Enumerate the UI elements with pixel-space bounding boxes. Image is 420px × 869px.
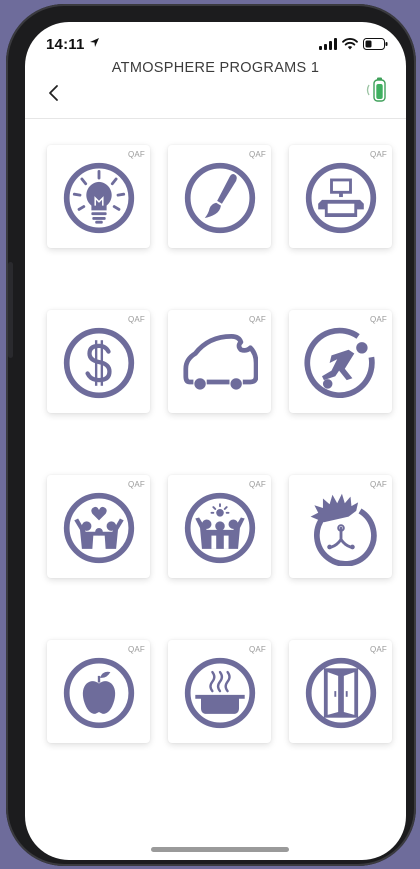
qaf-badge: QAF xyxy=(248,150,266,159)
phone-frame: 14:11 ATMOSPHERE PROGRAMS 1 QAF QAF QAF … xyxy=(6,4,416,866)
qaf-badge: QAF xyxy=(369,645,387,654)
family-heart-icon xyxy=(63,492,135,564)
back-chevron-icon[interactable] xyxy=(43,78,67,108)
battery-icon xyxy=(363,38,388,50)
cooking-pot-icon xyxy=(184,657,256,729)
program-tile-paintbrush[interactable]: QAF xyxy=(168,145,271,248)
program-tile-cooking-pot[interactable]: QAF xyxy=(168,640,271,743)
signal-icon xyxy=(319,38,337,50)
qaf-badge: QAF xyxy=(127,645,145,654)
page-title: ATMOSPHERE PROGRAMS 1 xyxy=(111,60,320,76)
qaf-badge: QAF xyxy=(248,480,266,489)
status-icons xyxy=(319,38,388,50)
fireplace-burst-icon xyxy=(310,493,377,566)
screen: 14:11 ATMOSPHERE PROGRAMS 1 QAF QAF QAF … xyxy=(25,22,406,860)
program-tile-wardrobe[interactable]: QAF xyxy=(289,640,392,743)
status-time: 14:11 xyxy=(46,36,85,53)
qaf-badge: QAF xyxy=(369,150,387,159)
wifi-icon xyxy=(342,38,358,50)
family-sun-icon xyxy=(184,492,256,564)
location-arrow-icon xyxy=(90,38,99,47)
apple-icon xyxy=(63,657,135,729)
program-tile-family-sun[interactable]: QAF xyxy=(168,475,271,578)
qaf-badge: QAF xyxy=(248,645,266,654)
car-icon xyxy=(183,334,258,390)
remote-battery-icon[interactable] xyxy=(364,75,394,105)
program-tile-dollar[interactable]: QAF xyxy=(47,310,150,413)
program-tile-fireplace[interactable]: QAF xyxy=(289,475,392,578)
program-tile-car[interactable]: QAF xyxy=(168,310,271,413)
qaf-badge: QAF xyxy=(369,315,387,324)
program-tile-soccer[interactable]: QAF xyxy=(289,310,392,413)
lightbulb-icon xyxy=(63,162,135,234)
program-tile-family-heart[interactable]: QAF xyxy=(47,475,150,578)
qaf-badge: QAF xyxy=(127,315,145,324)
qaf-badge: QAF xyxy=(248,315,266,324)
program-tile-computer-desk[interactable]: QAF xyxy=(289,145,392,248)
qaf-badge: QAF xyxy=(127,480,145,489)
program-tile-lightbulb[interactable]: QAF xyxy=(47,145,150,248)
qaf-badge: QAF xyxy=(369,480,387,489)
home-indicator[interactable] xyxy=(151,847,289,852)
side-button xyxy=(8,262,13,358)
computer-desk-icon xyxy=(305,162,377,234)
dollar-icon xyxy=(63,327,135,399)
program-tile-apple[interactable]: QAF xyxy=(47,640,150,743)
soccer-player-icon xyxy=(304,327,375,399)
qaf-badge: QAF xyxy=(127,150,145,159)
wardrobe-icon xyxy=(305,657,377,729)
paintbrush-icon xyxy=(184,162,256,234)
